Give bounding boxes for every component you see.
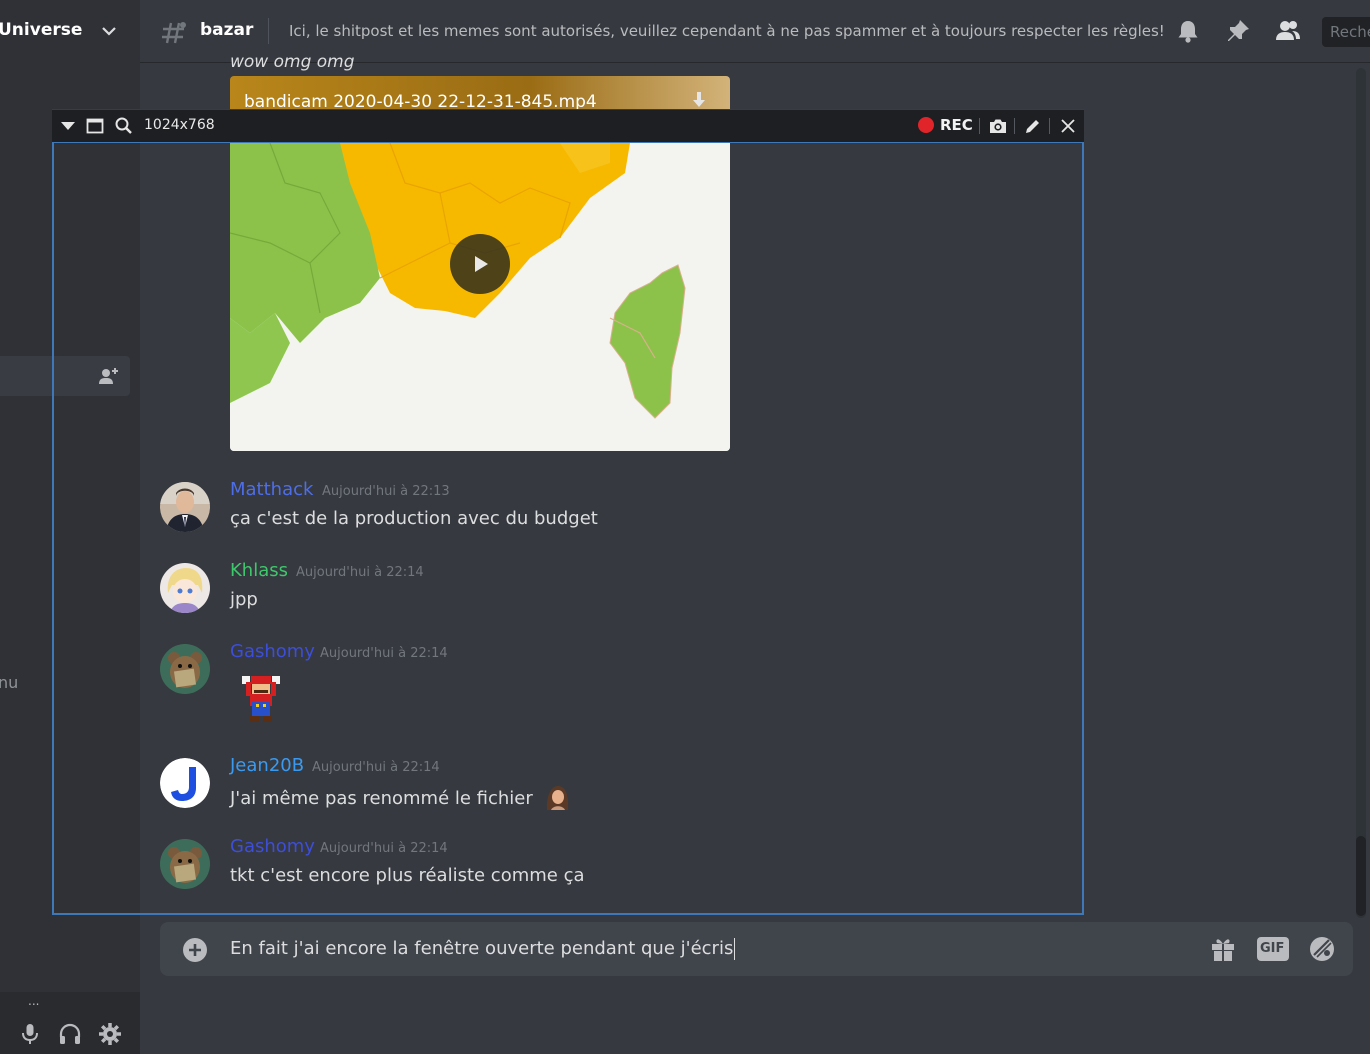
user-panel: ... xyxy=(0,992,140,1054)
members-icon[interactable] xyxy=(1275,18,1301,44)
chevron-down-icon[interactable] xyxy=(100,22,118,40)
message-input[interactable]: En fait j'ai encore la fenêtre ouverte p… xyxy=(230,938,736,960)
chat-scrollbar-thumb[interactable] xyxy=(1356,836,1366,916)
topic-divider xyxy=(268,18,269,44)
gift-icon[interactable] xyxy=(1208,934,1238,964)
window-icon[interactable] xyxy=(85,116,105,136)
record-dot-icon[interactable] xyxy=(918,117,934,133)
gear-icon[interactable] xyxy=(98,1022,122,1046)
channel-topic[interactable]: Ici, le shitpost et les memes sont autor… xyxy=(289,22,1165,40)
previous-message-text: wow omg omg xyxy=(230,52,355,72)
search-placeholder: Reche xyxy=(1330,23,1370,41)
gif-label: GIF xyxy=(1260,941,1285,956)
top-bar: Universe bazar Ici, le shitpost et les m… xyxy=(0,0,1370,63)
pin-icon[interactable] xyxy=(1225,18,1251,44)
gif-icon[interactable]: GIF xyxy=(1257,937,1289,961)
message-composer[interactable]: En fait j'ai encore la fenêtre ouverte p… xyxy=(160,922,1353,976)
bell-icon[interactable] xyxy=(1175,18,1201,44)
rec-button[interactable]: REC xyxy=(940,116,973,134)
channel-name: bazar xyxy=(200,20,254,40)
plus-icon[interactable] xyxy=(182,937,208,963)
zoom-icon[interactable] xyxy=(114,116,134,136)
sticker-icon[interactable] xyxy=(1307,934,1337,964)
search-input[interactable]: Reche xyxy=(1322,17,1370,47)
toolbar-divider xyxy=(979,118,980,134)
recording-region-frame[interactable] xyxy=(52,141,1084,915)
chat-scrollbar-track[interactable] xyxy=(1356,68,1366,918)
message-input-value: En fait j'ai encore la fenêtre ouverte p… xyxy=(230,938,734,959)
pencil-icon[interactable] xyxy=(1023,116,1043,136)
dropdown-icon[interactable] xyxy=(58,116,78,136)
sidebar-partial-label: nu xyxy=(0,673,19,692)
server-name: Universe xyxy=(0,20,83,40)
hash-icon xyxy=(162,22,186,44)
text-caret xyxy=(734,938,736,960)
file-attachment[interactable]: bandicam 2020-04-30 22-12-31-845.mp4 xyxy=(230,76,730,112)
toolbar-divider xyxy=(1049,118,1050,134)
user-partial-text: ... xyxy=(28,994,40,1008)
download-icon[interactable] xyxy=(690,92,708,110)
recording-dimensions: 1024x768 xyxy=(144,117,215,133)
toolbar-divider xyxy=(1014,118,1015,134)
server-header[interactable]: Universe xyxy=(0,0,140,63)
mic-icon[interactable] xyxy=(18,1022,42,1046)
close-icon[interactable] xyxy=(1058,116,1078,136)
headphones-icon[interactable] xyxy=(58,1022,82,1046)
recorder-toolbar: 1024x768 REC xyxy=(52,109,1084,142)
camera-icon[interactable] xyxy=(988,116,1008,136)
